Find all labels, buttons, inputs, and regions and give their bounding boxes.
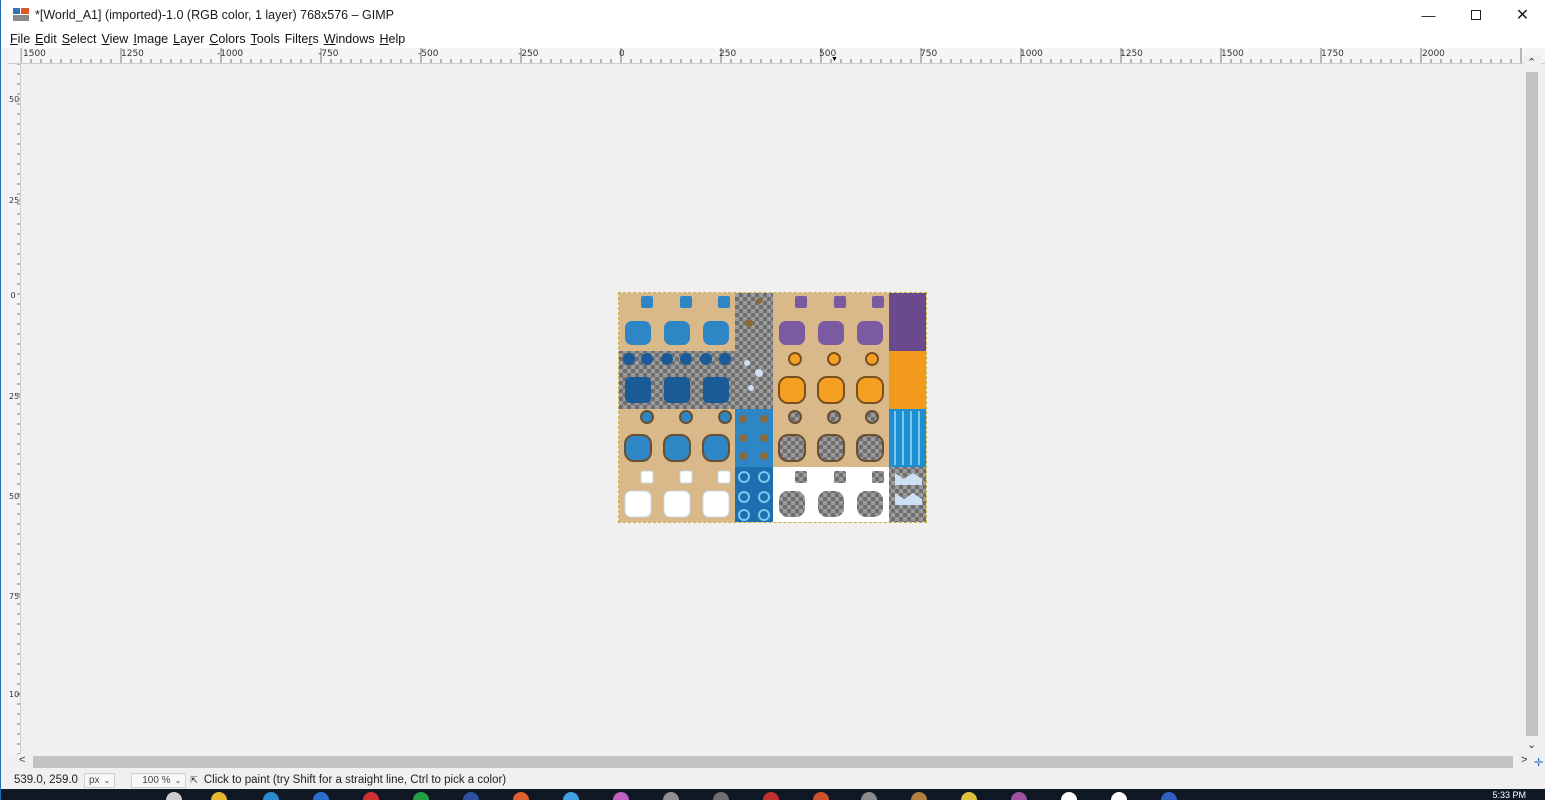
ruler-corner[interactable] [8,48,21,64]
hruler-label: 1000 [1020,49,1043,59]
title-bar: *[World_A1] (imported)-1.0 (RGB color, 1… [1,0,1545,30]
taskbar-app-icon[interactable] [1161,792,1177,800]
paint-tool-icon: ⇱ [190,774,198,785]
menu-help[interactable]: Help [379,32,405,46]
hruler-label: 1250 [121,49,144,59]
vruler-label: 0 [10,291,16,300]
taskbar-app-icon[interactable] [463,792,479,800]
hruler-label: 250 [719,49,737,59]
pointer-marker-icon: ▼ [831,56,838,63]
window-title: *[World_A1] (imported)-1.0 (RGB color, 1… [35,8,394,22]
hruler-label: -750 [318,49,339,59]
chevron-down-icon: ⌄ [103,775,111,785]
taskbar-gimp-icon[interactable] [861,792,877,800]
vertical-ruler-ticks [17,64,20,755]
menu-colors[interactable]: Colors [209,32,245,46]
taskbar-app-icon[interactable] [763,792,779,800]
hruler-label: -250 [518,49,539,59]
taskbar-app-icon[interactable] [663,792,679,800]
taskbar-explorer-icon[interactable] [211,792,227,800]
menu-bar: File Edit Select View Image Layer Colors… [1,30,1545,48]
taskbar-app-icon[interactable] [563,792,579,800]
hruler-label: 1500 [1221,49,1244,59]
minimize-button[interactable]: — [1405,0,1452,30]
hruler-label: 1750 [1321,49,1344,59]
zoom-selector[interactable]: 100 % ⌄ [131,772,187,788]
vertical-scrollbar[interactable]: ⌃ ⌄ [1523,56,1541,755]
unit-selector[interactable]: px ⌄ [83,772,116,788]
maximize-icon [1470,10,1481,20]
taskbar-edge-icon[interactable] [263,792,279,800]
taskbar-app-icon[interactable] [613,792,629,800]
scroll-down-icon[interactable]: ⌄ [1527,738,1536,751]
navigate-icon[interactable]: ✛ [1534,756,1543,769]
hruler-label: 0 [619,49,625,59]
menu-select[interactable]: Select [62,32,97,46]
taskbar-app-icon[interactable] [911,792,927,800]
vruler-label: 250 [9,196,20,205]
menu-file[interactable]: File [10,32,30,46]
taskbar-app-icon[interactable] [1011,792,1027,800]
tileset-graphic [619,293,926,522]
taskbar-app-icon[interactable] [413,792,429,800]
hruler-label: 1250 [1120,49,1143,59]
vruler-label: 750 [9,592,20,601]
taskbar-app-icon[interactable] [1061,792,1077,800]
tileset-image[interactable] [618,292,927,523]
close-icon: ✕ [1515,7,1530,24]
vruler-label: 500 [9,95,20,104]
taskbar-app-icon[interactable] [713,792,729,800]
horizontal-scrollbar[interactable]: < > [15,754,1533,770]
taskbar-app-icon[interactable] [513,792,529,800]
windows-taskbar: 5:33 PM [1,789,1545,800]
gimp-window: *[World_A1] (imported)-1.0 (RGB color, 1… [0,0,1545,800]
vruler-label: 500 [9,492,20,501]
menu-view[interactable]: View [101,32,128,46]
unit-value: px [88,774,100,786]
hruler-label: 1500 [23,49,46,59]
vruler-label: 250 [9,392,20,401]
taskbar-clock[interactable]: 5:33 PM [1492,790,1526,800]
horizontal-scroll-thumb[interactable] [33,756,1513,768]
hruler-label: -500 [418,49,439,59]
vruler-label: 1000 [9,690,20,699]
horizontal-ruler-ticks [21,48,1522,63]
maximize-button[interactable] [1452,0,1499,30]
taskbar-app-icon[interactable] [363,792,379,800]
hruler-label: 750 [920,49,938,59]
vertical-ruler[interactable]: 500 250 0 250 500 750 1000 [8,64,21,755]
taskbar-app-icon[interactable] [813,792,829,800]
gimp-app-icon [13,8,31,22]
horizontal-ruler[interactable]: 1500 1250 -1000 -750 -500 -250 0 250 500… [21,48,1526,64]
minimize-icon: — [1421,7,1436,23]
scroll-right-icon[interactable]: > [1521,754,1527,766]
pointer-coordinates: 539.0, 259.0 [14,774,78,786]
taskbar-search-icon[interactable] [166,792,182,800]
menu-filters[interactable]: Filters [285,32,319,46]
close-button[interactable]: ✕ [1499,0,1545,30]
menu-image[interactable]: Image [133,32,168,46]
hruler-label: -1000 [217,49,244,59]
menu-edit[interactable]: Edit [35,32,57,46]
menu-tools[interactable]: Tools [251,32,280,46]
menu-windows[interactable]: Windows [324,32,375,46]
vertical-scroll-thumb[interactable] [1526,72,1538,736]
taskbar-app-icon[interactable] [1111,792,1127,800]
window-controls: — ✕ [1405,0,1545,30]
scroll-up-icon[interactable]: ⌃ [1527,56,1536,69]
chevron-down-icon: ⌄ [174,775,182,785]
hruler-label: 2000 [1422,49,1445,59]
zoom-value: 100 % [142,774,171,786]
menu-layer[interactable]: Layer [173,32,204,46]
status-message: Click to paint (try Shift for a straight… [203,774,507,786]
scroll-left-icon[interactable]: < [19,754,25,766]
status-bar: 539.0, 259.0 px ⌄ 100 % ⌄ ⇱ Click to pai… [1,771,1545,789]
taskbar-app-icon[interactable] [961,792,977,800]
taskbar-app-icon[interactable] [313,792,329,800]
